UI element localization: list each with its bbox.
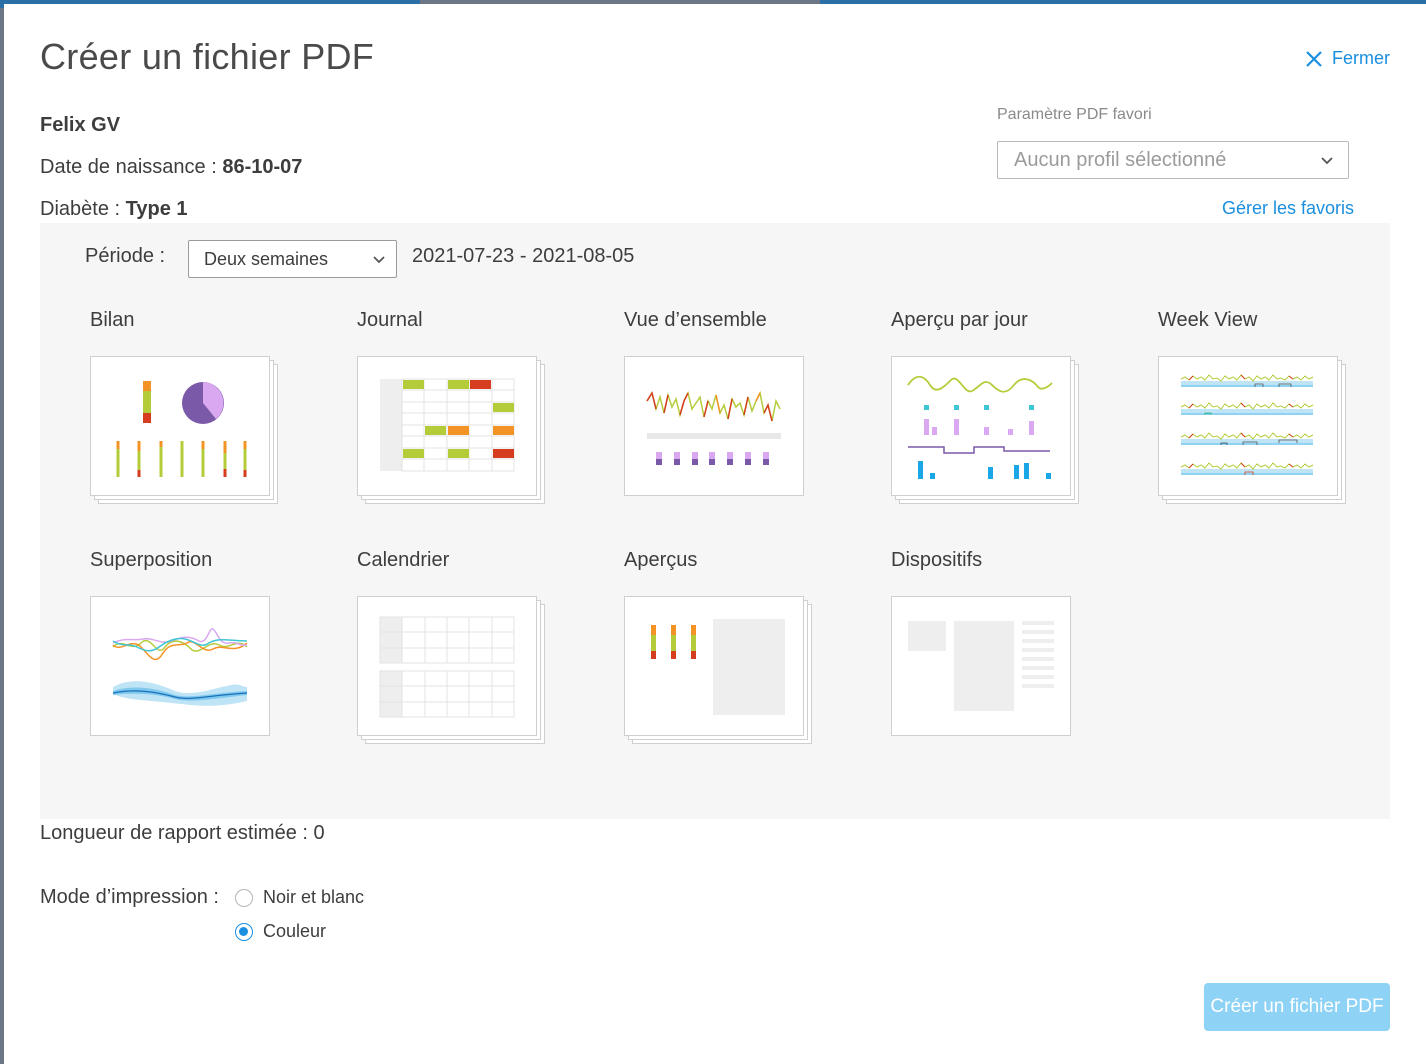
report-label: Week View bbox=[1158, 309, 1258, 331]
overview-thumbnail-icon[interactable] bbox=[624, 356, 804, 496]
insights-thumbnail-icon[interactable] bbox=[624, 596, 812, 744]
period-value: Deux semaines bbox=[204, 248, 329, 269]
report-label: Vue d’ensemble bbox=[624, 309, 767, 331]
diabetes-value: Type 1 bbox=[125, 198, 188, 220]
close-button[interactable]: Fermer bbox=[1304, 48, 1390, 69]
estimated-report-length: Longueur de rapport estimée : 0 bbox=[40, 822, 325, 844]
report-card-daily[interactable]: Aperçu par jour bbox=[891, 309, 1101, 504]
chevron-down-icon bbox=[1321, 157, 1333, 165]
close-icon bbox=[1306, 50, 1322, 67]
daily-thumbnail-icon[interactable] bbox=[891, 356, 1079, 504]
radio-label: Noir et blanc bbox=[263, 887, 365, 907]
report-label: Bilan bbox=[90, 309, 135, 331]
calendar-thumbnail-icon[interactable] bbox=[357, 596, 545, 744]
dob-value: 86-10-07 bbox=[222, 156, 303, 178]
report-card-week-view[interactable]: Week View bbox=[1158, 309, 1368, 504]
dob-label: Date de naissance : bbox=[40, 156, 217, 178]
chevron-down-icon bbox=[373, 256, 385, 264]
report-label: Journal bbox=[357, 309, 423, 331]
radio-unchecked-icon[interactable] bbox=[235, 888, 253, 907]
manage-favorites-link[interactable]: Gérer les favoris bbox=[1222, 198, 1354, 219]
patient-name: Felix GV bbox=[40, 114, 121, 136]
period-date-range: 2021-07-23 - 2021-08-05 bbox=[412, 245, 635, 267]
diabetes-label: Diabète : bbox=[40, 198, 121, 220]
report-card-overlay[interactable]: Superposition bbox=[90, 549, 300, 736]
period-label: Période : bbox=[85, 245, 166, 267]
report-label: Aperçu par jour bbox=[891, 309, 1028, 331]
report-card-summary[interactable]: Bilan bbox=[90, 309, 300, 504]
devices-thumbnail-icon[interactable] bbox=[891, 596, 1071, 736]
period-select[interactable]: Deux semaines bbox=[188, 240, 397, 278]
logbook-thumbnail-icon[interactable] bbox=[357, 356, 545, 504]
dialog-title: Créer un fichier PDF bbox=[40, 36, 375, 77]
print-mode-label: Mode d’impression : bbox=[40, 886, 219, 908]
report-selection-panel: Période : Deux semaines 2021-07-23 - 202… bbox=[40, 223, 1390, 819]
favorite-profile-value: Aucun profil sélectionné bbox=[1014, 148, 1227, 171]
create-pdf-dialog: Créer un fichier PDF Fermer Felix GV Dat… bbox=[4, 4, 1426, 1064]
report-label: Superposition bbox=[90, 549, 213, 571]
patient-dob: Date de naissance : 86-10-07 bbox=[40, 156, 302, 179]
overlay-thumbnail-icon[interactable] bbox=[90, 596, 270, 736]
report-card-logbook[interactable]: Journal bbox=[357, 309, 567, 504]
report-label: Aperçus bbox=[624, 549, 698, 571]
report-label: Calendrier bbox=[357, 549, 450, 571]
report-card-insights[interactable]: Aperçus bbox=[624, 549, 834, 744]
report-card-devices[interactable]: Dispositifs bbox=[891, 549, 1101, 736]
radio-label: Couleur bbox=[263, 921, 327, 941]
report-card-calendar[interactable]: Calendrier bbox=[357, 549, 567, 744]
print-mode-bw-radio[interactable]: Noir et blanc bbox=[235, 887, 364, 908]
report-label: Dispositifs bbox=[891, 549, 983, 571]
favorite-profile-select[interactable]: Aucun profil sélectionné bbox=[997, 141, 1349, 179]
summary-thumbnail-icon[interactable] bbox=[90, 356, 278, 504]
favorite-settings-label: Paramètre PDF favori bbox=[997, 106, 1152, 123]
patient-diabetes: Diabète : Type 1 bbox=[40, 198, 188, 221]
report-card-overview[interactable]: Vue d’ensemble bbox=[624, 309, 834, 496]
close-label: Fermer bbox=[1332, 48, 1390, 68]
radio-checked-icon[interactable] bbox=[235, 922, 253, 941]
create-pdf-button[interactable]: Créer un fichier PDF bbox=[1204, 983, 1390, 1031]
print-mode-color-radio[interactable]: Couleur bbox=[235, 921, 326, 942]
week-view-thumbnail-icon[interactable] bbox=[1158, 356, 1346, 504]
